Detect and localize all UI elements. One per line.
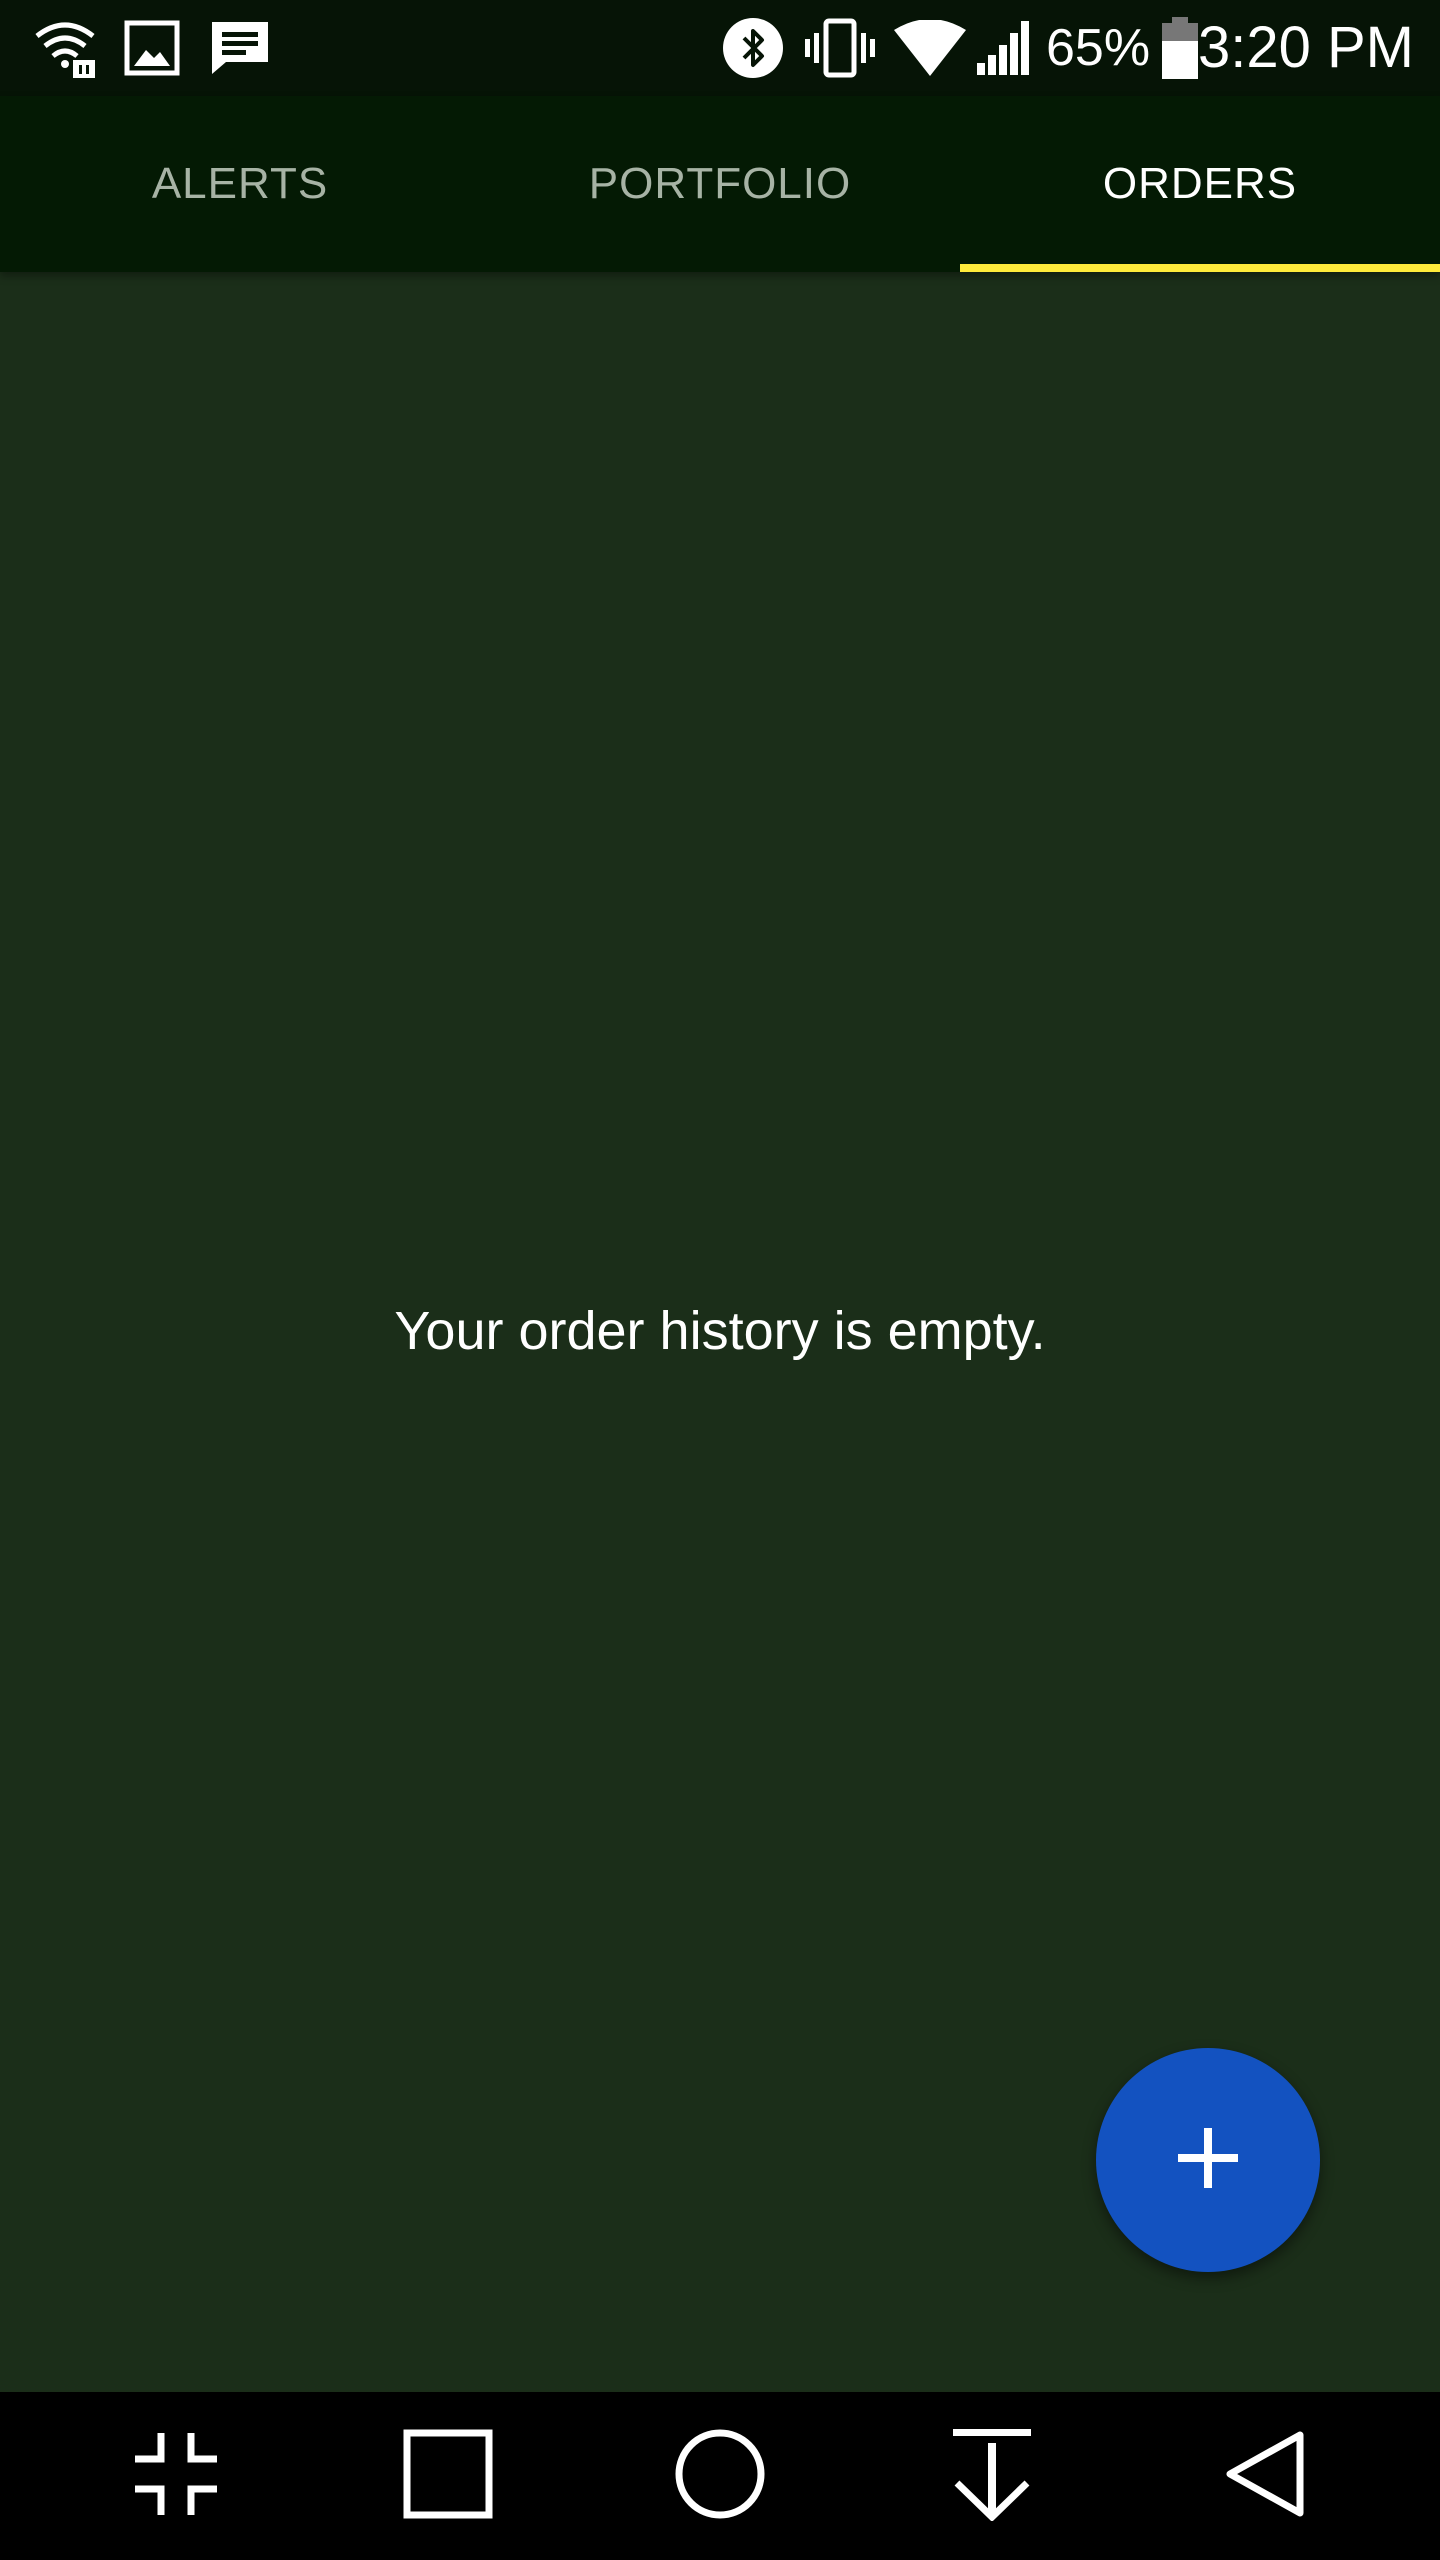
plus-icon [1178,2127,1238,2193]
tab-orders[interactable]: ORDERS [960,96,1440,272]
recent-apps-icon [403,2429,493,2524]
tab-label: PORTFOLIO [588,159,852,208]
clock: 3:20 PM [1198,15,1414,80]
battery-icon [1160,0,1200,96]
tab-indicator [960,264,1440,272]
battery-percent: 65% [1046,19,1151,77]
bluetooth-icon [718,0,788,96]
notification-pull-icon [949,2427,1035,2526]
add-order-button[interactable] [1096,2048,1320,2272]
tab-label: ORDERS [1102,159,1298,208]
home-button[interactable] [640,2392,800,2560]
navigation-bar [0,2392,1440,2560]
home-icon [674,2428,766,2525]
tab-portfolio[interactable]: PORTFOLIO [480,96,960,272]
tab-label: ALERTS [151,159,329,208]
message-notification-icon [208,0,272,96]
empty-state-message: Your order history is empty. [394,1301,1046,1361]
recent-apps-button[interactable] [368,2392,528,2560]
image-notification-icon [120,0,184,96]
signal-icon [972,0,1036,96]
fullscreen-exit-icon [131,2429,221,2524]
back-button[interactable] [1184,2392,1344,2560]
tab-bar: ALERTS PORTFOLIO ORDERS [0,96,1440,272]
back-icon [1222,2429,1306,2524]
vibrate-icon [800,0,880,96]
wifi-icon [890,0,970,96]
fullscreen-exit-button[interactable] [96,2392,256,2560]
status-bar: 65% 3:20 PM [0,0,1440,96]
wifi-lock-icon [30,0,100,96]
notification-pull-button[interactable] [912,2392,1072,2560]
tab-alerts[interactable]: ALERTS [0,96,480,272]
